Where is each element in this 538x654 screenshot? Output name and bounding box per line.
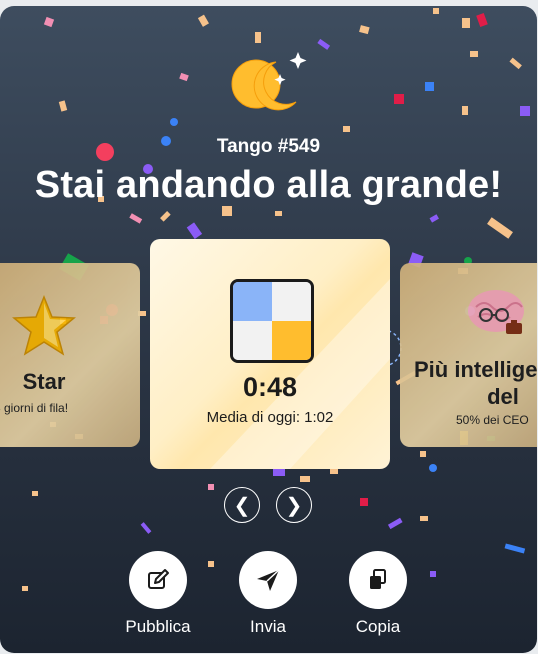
carousel-card-brain[interactable]: Più intelligente del 50% dei CEO xyxy=(400,263,537,447)
daily-average: Media di oggi: 1:02 xyxy=(206,409,334,426)
card-subtitle: 3 giorni di fila! xyxy=(0,401,69,415)
chevron-left-icon: ❮ xyxy=(233,494,251,517)
copy-label: Copia xyxy=(355,617,401,636)
card-title: Più intelligente xyxy=(414,357,537,382)
solve-time: 0:48 xyxy=(242,372,298,402)
star-icon xyxy=(12,295,76,356)
tango-board-icon xyxy=(230,279,314,363)
game-result-card: Tango #549 Stai andando alla grande! Sta… xyxy=(0,6,537,653)
send-label: Invia xyxy=(250,617,286,636)
card-title: Star xyxy=(22,369,66,394)
carousel-card-star[interactable]: Star 3 giorni di fila! xyxy=(0,263,140,447)
copy-icon xyxy=(349,551,407,609)
puzzle-number: Tango #549 xyxy=(216,136,321,157)
carousel-card-result[interactable]: 0:48 Media di oggi: 1:02 xyxy=(150,239,390,469)
publish-label: Pubblica xyxy=(125,617,191,636)
carousel-next-button[interactable]: ❯ xyxy=(276,487,312,523)
publish-button[interactable]: Pubblica xyxy=(113,551,203,637)
edit-icon xyxy=(129,551,187,609)
copy-button[interactable]: Copia xyxy=(333,551,423,637)
tango-logo-icon xyxy=(228,46,312,116)
card-subtitle: 50% dei CEO xyxy=(456,413,529,427)
send-icon xyxy=(239,551,297,609)
carousel-prev-button[interactable]: ❮ xyxy=(224,487,260,523)
card-title-line2: del xyxy=(487,384,519,409)
page-title: Stai andando alla grande! xyxy=(34,164,503,206)
send-button[interactable]: Invia xyxy=(223,551,313,637)
brain-icon xyxy=(468,290,524,334)
chevron-right-icon: ❯ xyxy=(285,494,303,517)
